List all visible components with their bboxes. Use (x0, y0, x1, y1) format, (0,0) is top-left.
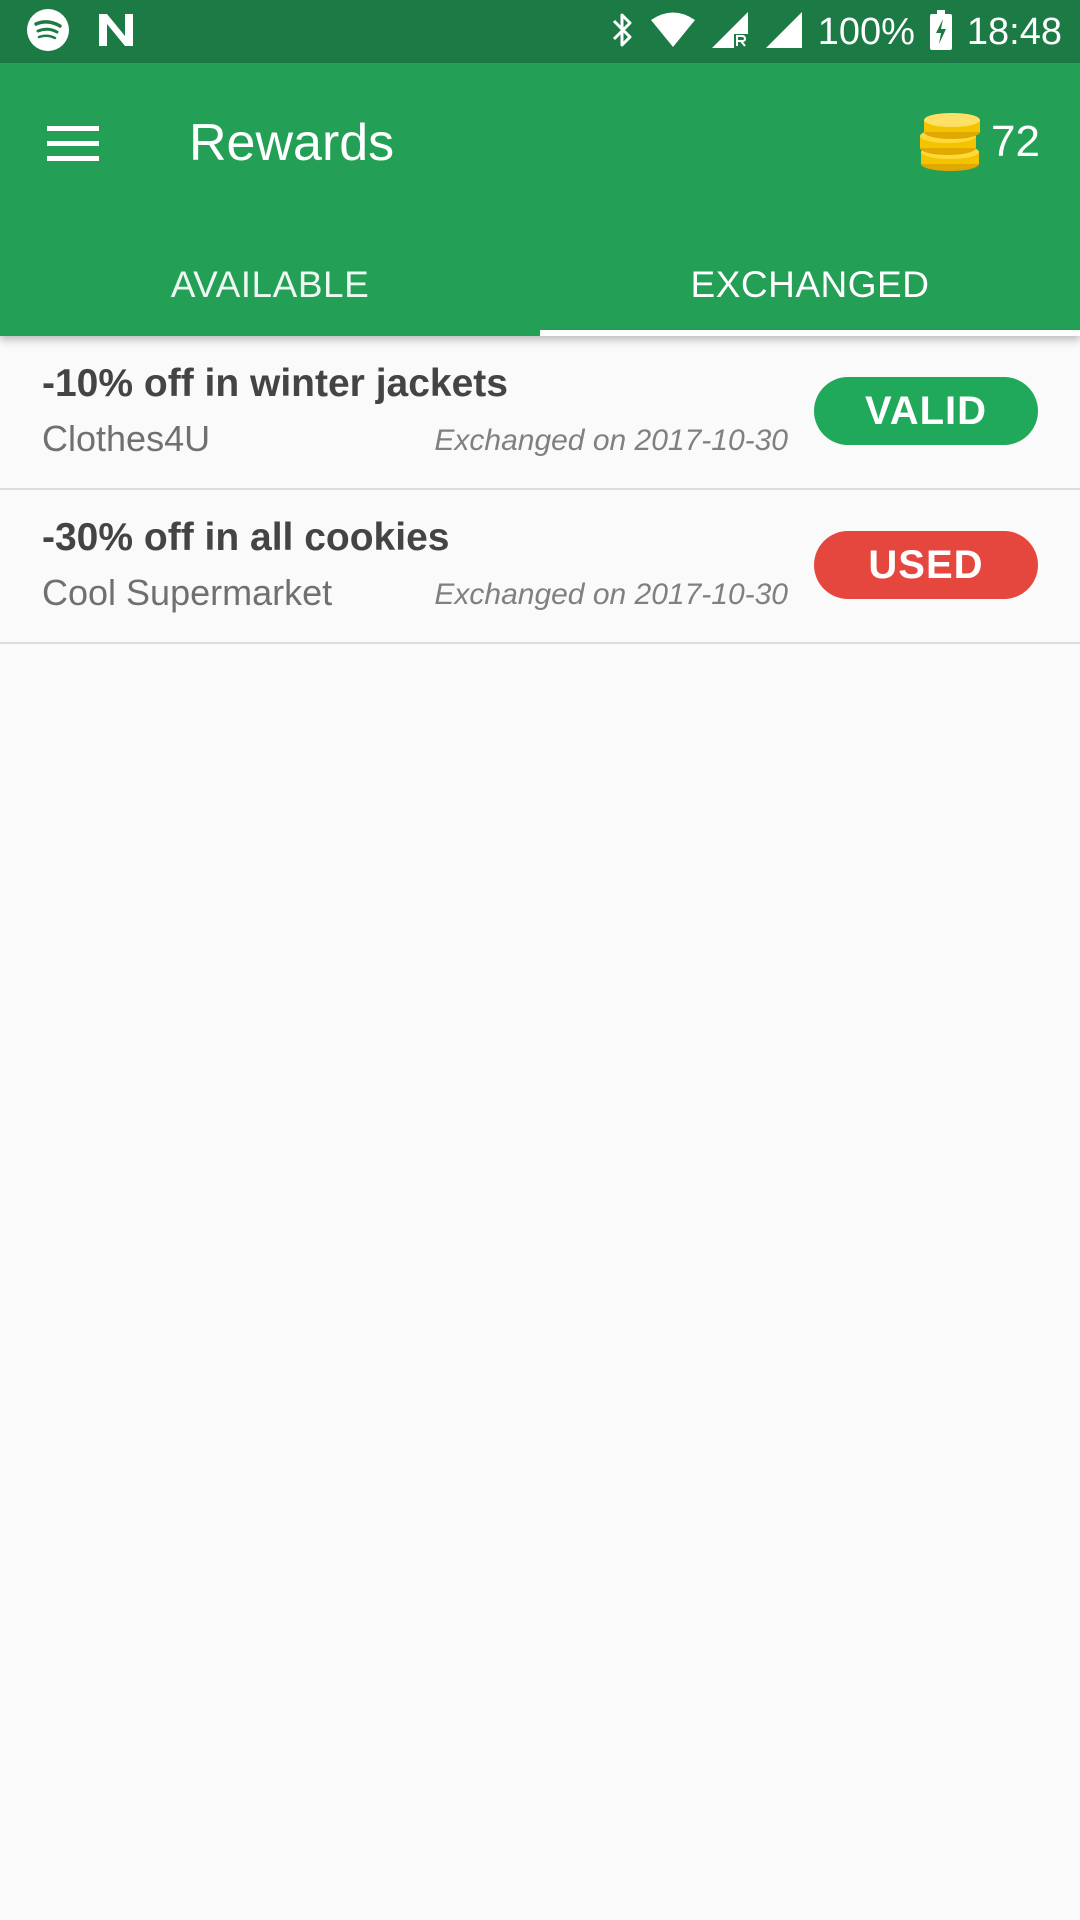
reward-title: -30% off in all cookies (42, 516, 450, 559)
reward-merchant: Clothes4U (42, 418, 211, 459)
reward-merchant: Cool Supermarket (42, 572, 333, 613)
battery-charging-icon (929, 9, 953, 55)
signal-icon (764, 10, 804, 55)
bluetooth-icon (608, 10, 636, 55)
page-title: Rewards (189, 114, 395, 172)
tab-exchanged-label: EXCHANGED (690, 263, 930, 305)
n-app-icon (96, 12, 136, 53)
battery-percent: 100% (817, 11, 915, 53)
status-bar: 100% 18:48 (0, 0, 1080, 63)
tab-available-label: AVAILABLE (170, 263, 370, 305)
reward-date: Exchanged on 2017-10-30 (434, 578, 788, 611)
coin-count: 72 (991, 117, 1040, 166)
status-badge[interactable]: VALID (814, 377, 1038, 445)
list-item[interactable]: -10% off in winter jackets Clothes4U Exc… (0, 336, 1080, 490)
spotify-icon (26, 8, 70, 57)
app-bar: Rewards 72 AVAILABLE EXCHANGED (0, 63, 1080, 336)
coin-balance[interactable]: 72 (917, 105, 1040, 179)
tab-bar: AVAILABLE EXCHANGED (0, 233, 1080, 336)
list-item[interactable]: -30% off in all cookies Cool Supermarket… (0, 490, 1080, 644)
reward-date: Exchanged on 2017-10-30 (434, 424, 788, 457)
status-badge[interactable]: USED (814, 531, 1038, 599)
reward-title: -10% off in winter jackets (42, 362, 508, 405)
tab-exchanged[interactable]: EXCHANGED (540, 233, 1080, 336)
rewards-list: -10% off in winter jackets Clothes4U Exc… (0, 336, 1080, 644)
tab-available[interactable]: AVAILABLE (0, 233, 540, 336)
tab-selected-indicator (540, 330, 1080, 336)
clock: 18:48 (966, 11, 1062, 53)
hamburger-menu-icon[interactable] (34, 105, 112, 183)
signal-roaming-icon (710, 10, 750, 55)
wifi-icon (650, 11, 696, 54)
gold-coins-icon (917, 108, 983, 177)
